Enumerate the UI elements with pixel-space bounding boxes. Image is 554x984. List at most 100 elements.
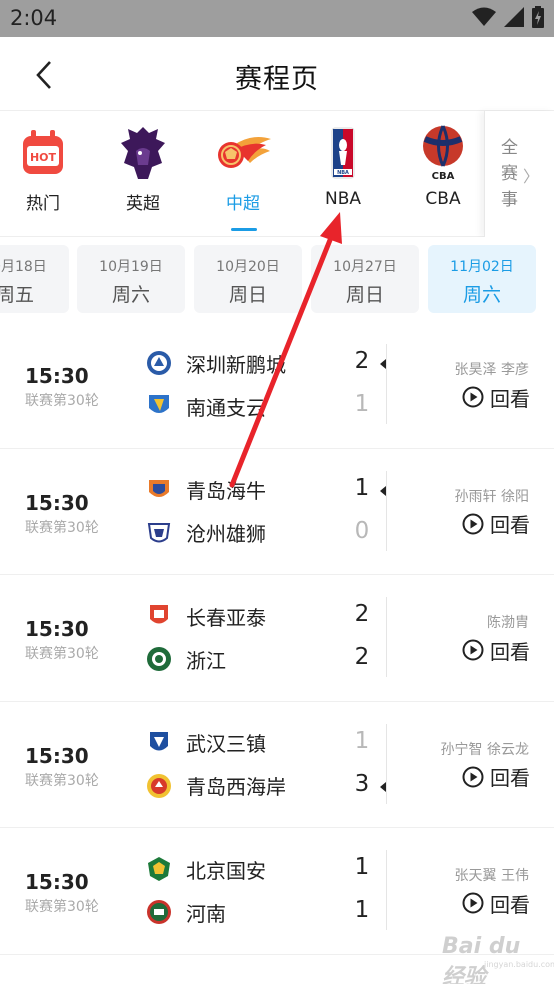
zhejiang-crest-icon (147, 647, 171, 671)
tab-label-csl: 中超 (226, 194, 260, 214)
date-chip[interactable]: 10月27日 周日 (311, 245, 419, 313)
divider (386, 723, 387, 804)
wuhan-crest-icon (150, 731, 168, 750)
status-bar: 2:04 (0, 0, 554, 37)
team-name: 北京国安 (186, 858, 266, 883)
team-name: 武汉三镇 (186, 732, 266, 756)
away-team: 浙江 (146, 645, 226, 673)
match-round: 联赛第30轮 (25, 772, 99, 789)
team-name: 浙江 (186, 648, 226, 673)
away-score: 3 (354, 770, 370, 797)
play-circle-icon (462, 892, 484, 914)
replay-label: 回看 (490, 892, 530, 917)
home-score: 2 (354, 601, 370, 627)
play-circle-icon (462, 386, 484, 408)
replay-button[interactable]: 回看 (462, 382, 530, 412)
match-row[interactable]: 15:30 联赛第30轮 长春亚泰 浙江 2 2 陈渤胄 回看 (0, 575, 554, 702)
tab-nba[interactable]: NBA NBA (293, 111, 393, 237)
watermark-sub: jingyan.baidu.com (484, 960, 554, 969)
wifi-icon (472, 7, 496, 31)
away-team: 南通支云 (146, 392, 266, 420)
divider (386, 597, 387, 677)
tab-label-premier-league: 英超 (126, 194, 160, 214)
match-time: 15:30 (25, 490, 89, 515)
qingdao-hainiu-crest-icon (149, 479, 169, 497)
play-circle-icon (462, 513, 484, 534)
date-chip-selected[interactable]: 11月02日 周六 (428, 245, 536, 313)
replay-button[interactable]: 回看 (462, 635, 530, 665)
hot-icon: HOT (13, 123, 73, 183)
date-label: 11月02日 (450, 259, 514, 275)
weekday-label: 周六 (462, 284, 501, 306)
cba-basketball-icon: CBA (413, 123, 473, 183)
match-round: 联赛第30轮 (25, 393, 99, 409)
all-events-button[interactable]: 全赛事 〉 (484, 111, 554, 237)
all-events-label: 全赛事 (501, 138, 518, 210)
team-name: 深圳新鹏城 (186, 352, 286, 377)
home-score: 1 (354, 474, 370, 501)
home-score: 1 (354, 727, 370, 754)
chevron-right-icon: 〉 (523, 167, 540, 186)
premier-league-lion-icon (113, 123, 173, 183)
divider (386, 850, 387, 930)
play-circle-icon (462, 766, 484, 787)
match-time: 15:30 (25, 364, 89, 388)
team-name: 沧州雄狮 (186, 522, 266, 546)
commentators: 陈渤胄 (487, 615, 529, 631)
home-team: 长春亚泰 (146, 602, 266, 630)
home-team: 北京国安 (146, 855, 266, 883)
date-label: 10月20日 (216, 259, 280, 275)
baidu-jingyan-watermark: Bai du 经验 jingyan.baidu.com (424, 930, 554, 984)
home-team: 青岛海牛 (146, 476, 266, 504)
nba-logo-icon: NBA (313, 123, 373, 183)
battery-icon (532, 6, 544, 32)
match-row[interactable]: 15:30 联赛第30轮 武汉三镇 青岛西海岸 1 3 孙宁智 徐云龙 回看 (0, 701, 554, 828)
home-score: 1 (354, 854, 370, 880)
home-team: 深圳新鹏城 (146, 349, 286, 377)
weekday-label: 周六 (111, 284, 150, 306)
qingdao-west-coast-crest-icon (147, 773, 171, 798)
title-bar: 赛程页 (0, 37, 554, 111)
replay-button[interactable]: 回看 (462, 509, 530, 539)
status-time: 2:04 (10, 6, 58, 30)
match-round: 联赛第30轮 (25, 519, 99, 536)
beijing-guoan-crest-icon (148, 857, 170, 881)
henan-crest-icon (147, 900, 171, 924)
active-tab-indicator (231, 228, 257, 231)
match-row[interactable]: 15:30 联赛第30轮 青岛海牛 沧州雄狮 1 0 孙雨轩 徐阳 回看 (0, 448, 554, 575)
team-name: 青岛海牛 (186, 479, 266, 503)
match-round: 联赛第30轮 (25, 899, 99, 915)
match-row[interactable]: 15:30 联赛第30轮 深圳新鹏城 南通支云 2 1 张昊泽 李彦 回看 (0, 322, 554, 449)
weekday-label: 周日 (228, 284, 267, 306)
away-team: 青岛西海岸 (146, 772, 286, 800)
away-score: 0 (354, 517, 370, 544)
tab-premier-league[interactable]: 英超 (93, 111, 193, 237)
play-circle-icon (462, 639, 484, 661)
tab-label-hot: 热门 (26, 194, 60, 214)
tab-hot[interactable]: HOT 热门 (0, 111, 93, 237)
csl-football-flame-icon (213, 123, 273, 183)
date-chip[interactable]: 10月19日 周六 (77, 245, 185, 313)
replay-button[interactable]: 回看 (462, 762, 530, 792)
date-label: 10月19日 (99, 259, 163, 275)
tab-cba[interactable]: CBA CBA (393, 111, 493, 237)
away-score: 2 (354, 644, 370, 670)
date-chip[interactable]: 10月18日 周五 (0, 245, 69, 313)
match-time: 15:30 (25, 743, 89, 768)
page-title: 赛程页 (235, 64, 319, 95)
date-chip[interactable]: 10月20日 周日 (194, 245, 302, 313)
away-team: 河南 (146, 898, 226, 926)
signal-icon (504, 7, 524, 31)
commentators: 孙宁智 徐云龙 (440, 741, 529, 758)
commentators: 孙雨轩 徐阳 (454, 488, 529, 505)
home-score: 2 (354, 348, 370, 374)
shenzhen-crest-icon (147, 351, 171, 375)
nantong-crest-icon (149, 395, 169, 413)
date-label: 10月27日 (333, 259, 397, 275)
team-name: 南通支云 (186, 395, 266, 420)
team-name: 河南 (186, 901, 226, 926)
tab-csl[interactable]: 中超 (193, 111, 293, 237)
league-tab-bar: HOT 热门 英超 中超 NBA NBA CBA CBA 全赛事 〉 (0, 111, 554, 237)
replay-label: 回看 (490, 386, 530, 411)
replay-button[interactable]: 回看 (462, 888, 530, 918)
